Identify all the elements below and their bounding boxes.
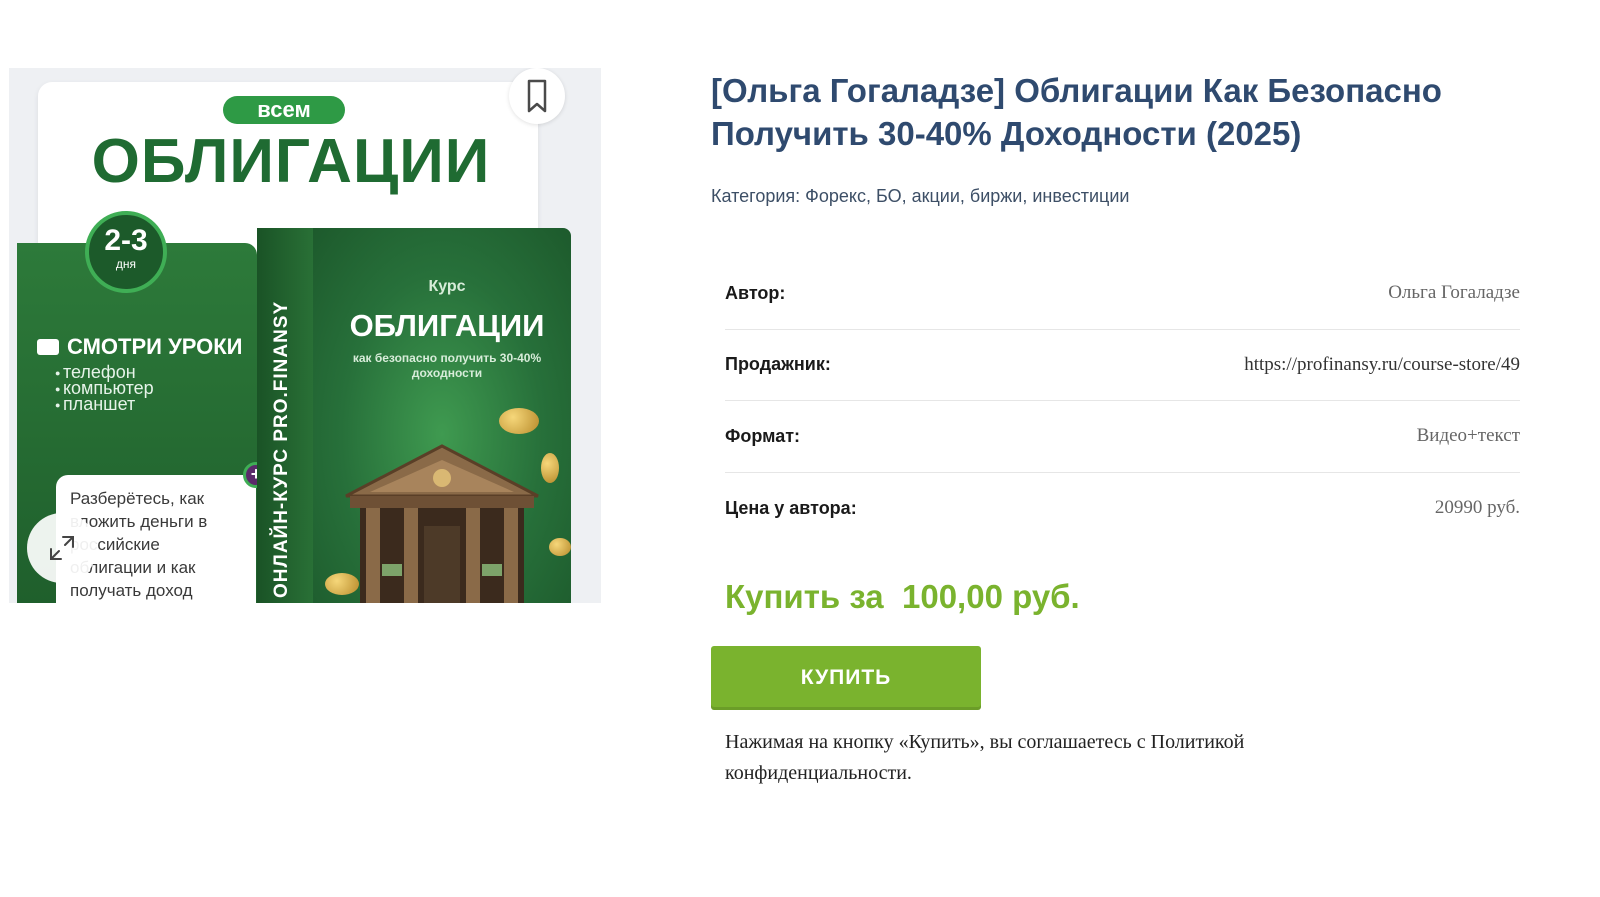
video-camera-icon: [37, 339, 59, 355]
bookmark-button[interactable]: [509, 68, 565, 124]
privacy-agreement-text: Нажимая на кнопку «Купить», вы соглашает…: [725, 731, 1245, 784]
duration-badge: 2-3 дня: [85, 211, 167, 293]
category-link[interactable]: Форекс, БО, акции, биржи, инвестиции: [805, 186, 1129, 206]
spec-value: 20990 руб.: [1434, 497, 1520, 519]
duration-number: 2-3: [104, 224, 148, 257]
poster-badge: всем: [223, 96, 345, 124]
sales-page-url[interactable]: https://profinansy.ru/course-store/49: [1244, 354, 1520, 376]
coin-decoration: [325, 573, 359, 595]
spec-row-sales-page: Продажник: https://profinansy.ru/course-…: [725, 330, 1520, 401]
duration-label: дня: [115, 257, 137, 271]
spec-value: Видео+текст: [1416, 425, 1520, 447]
category-line: Категория: Форекс, БО, акции, биржи, инв…: [711, 186, 1129, 207]
product-image[interactable]: всем ОБЛИГАЦИИ 2-3 дня СМОТРИ УРОКИ теле…: [9, 68, 601, 603]
spec-label: Формат:: [725, 425, 801, 446]
expand-image-button[interactable]: [27, 513, 97, 583]
coin-decoration: [499, 408, 539, 434]
spec-label: Автор:: [725, 282, 786, 303]
lessons-title-text: СМОТРИ УРОКИ: [67, 334, 243, 359]
spec-row-author: Автор: Ольга Гогаладзе: [725, 258, 1520, 330]
spec-value: Ольга Гогаладзе: [1388, 282, 1520, 304]
spec-table: Автор: Ольга Гогаладзе Продажник: https:…: [725, 258, 1520, 544]
expand-icon: [50, 536, 74, 560]
price-value: 100,00 руб.: [902, 578, 1080, 615]
course-box-title: ОБЛИГАЦИИ: [349, 308, 545, 343]
coin-decoration: [541, 453, 559, 483]
coin-decoration: [549, 538, 571, 556]
bookmark-icon: [527, 79, 547, 113]
lessons-title: СМОТРИ УРОКИ: [37, 334, 243, 360]
bank-building-illustration: [345, 444, 539, 603]
device-item: планшет: [55, 395, 154, 413]
poster-headline: ОБЛИГАЦИИ: [91, 127, 491, 196]
spec-label: Продажник:: [725, 354, 831, 375]
price-prefix: Купить за: [725, 578, 884, 615]
buy-button[interactable]: КУПИТЬ: [711, 646, 981, 710]
spec-row-author-price: Цена у автора: 20990 руб.: [725, 473, 1520, 545]
course-box-subtitle: как безопасно получить 30-40% доходности: [352, 351, 542, 380]
spec-label: Цена у автора:: [725, 497, 857, 518]
devices-list: телефон компьютер планшет: [55, 363, 154, 413]
spec-row-format: Формат: Видео+текст: [725, 401, 1520, 473]
product-title: [Ольга Гогаладзе] Облигации Как Безопасн…: [711, 72, 1442, 152]
course-box-side-text: ОНЛАЙН-КУРС PRO.FINANSY: [271, 300, 292, 598]
category-label: Категория:: [711, 186, 801, 206]
price-line: Купить за 100,00 руб.: [725, 578, 1080, 616]
course-box-label: Курс: [428, 278, 466, 295]
